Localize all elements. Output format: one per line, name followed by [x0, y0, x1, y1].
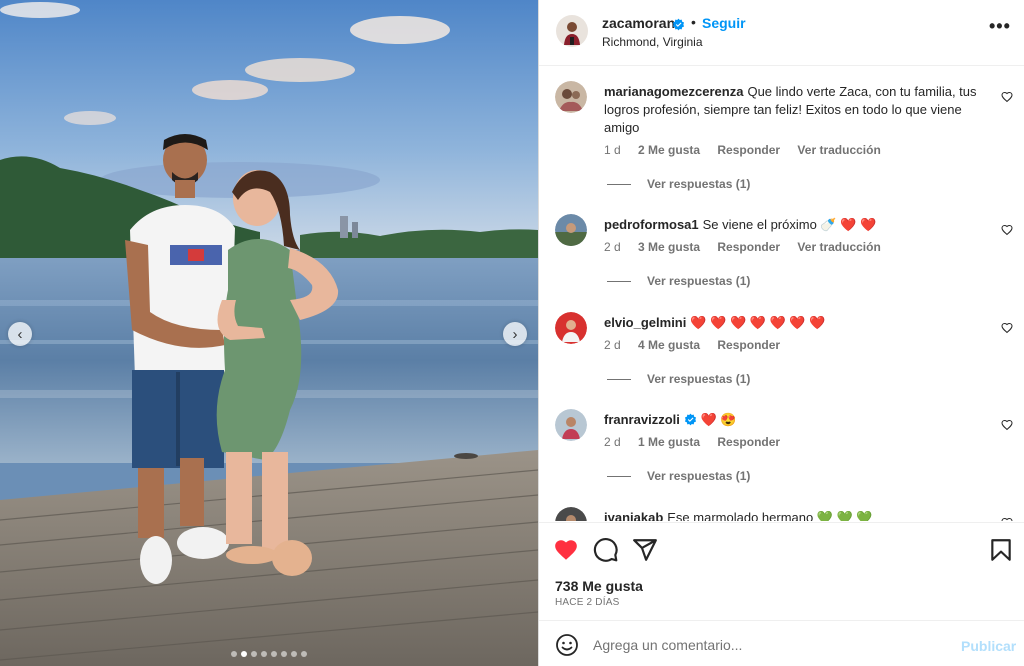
- comments-list[interactable]: marianagomezcerenza Que lindo verte Zaca,…: [539, 67, 1024, 521]
- comment-heart-icon[interactable]: [1001, 224, 1013, 236]
- author-username[interactable]: zacamoran: [602, 15, 675, 31]
- comment-username[interactable]: ivaniakab: [604, 510, 663, 521]
- view-replies-button[interactable]: Ver respuestas (1): [607, 177, 750, 191]
- emoji-icon[interactable]: [555, 633, 579, 657]
- comment-time[interactable]: 2 d: [604, 435, 621, 449]
- header-separator: •: [691, 14, 696, 30]
- post-actions: 738 Me gusta HACE 2 DÍAS: [539, 522, 1024, 618]
- carousel-dot: [281, 651, 287, 657]
- replies-divider: [607, 183, 631, 185]
- publish-button[interactable]: Publicar: [961, 638, 1016, 654]
- comment-username[interactable]: elvio_gelmini: [604, 315, 686, 330]
- comment-heart-icon[interactable]: [1001, 322, 1013, 334]
- comment-meta: 2 d 4 Me gusta Responder: [604, 338, 794, 352]
- comment-meta: 1 d 2 Me gusta Responder Ver traducción: [604, 143, 895, 157]
- comment-content: ❤️ 😍: [700, 412, 737, 427]
- view-replies-button[interactable]: Ver respuestas (1): [607, 274, 750, 288]
- carousel-dot: [301, 651, 307, 657]
- verified-badge-icon: [684, 412, 697, 427]
- carousel-dot: [241, 651, 247, 657]
- bookmark-icon[interactable]: [988, 537, 1014, 563]
- post-photo: ‹ ›: [0, 0, 538, 666]
- photo-image: [0, 0, 538, 666]
- replies-divider: [607, 475, 631, 477]
- replies-divider: [607, 378, 631, 380]
- comment-text: pedroformosa1 Se viene el próximo 🍼 ❤️ ❤️: [604, 216, 989, 234]
- carousel-indicator: [0, 651, 538, 657]
- view-replies-button[interactable]: Ver respuestas (1): [607, 469, 750, 483]
- comment-username[interactable]: franravizzoli: [604, 412, 680, 427]
- reply-button[interactable]: Responder: [717, 338, 780, 352]
- comment-content: Se viene el próximo 🍼 ❤️ ❤️: [702, 217, 877, 232]
- post-location[interactable]: Richmond, Virginia: [602, 35, 703, 49]
- commenter-avatar[interactable]: [555, 81, 587, 113]
- carousel-dot: [231, 651, 237, 657]
- replies-divider: [607, 280, 631, 282]
- carousel-dot: [251, 651, 257, 657]
- comment-text: franravizzoli ❤️ 😍: [604, 411, 989, 429]
- more-options-icon[interactable]: •••: [989, 16, 1011, 37]
- translate-button[interactable]: Ver traducción: [797, 143, 880, 157]
- comment-input[interactable]: [593, 633, 933, 657]
- comment-username[interactable]: marianagomezcerenza: [604, 84, 743, 99]
- comment-text: marianagomezcerenza Que lindo verte Zaca,…: [604, 83, 989, 137]
- comment-heart-icon[interactable]: [1001, 517, 1013, 521]
- view-replies-label: Ver respuestas (1): [647, 372, 751, 386]
- comment-time[interactable]: 2 d: [604, 240, 621, 254]
- comment-likes[interactable]: 1 Me gusta: [638, 435, 700, 449]
- chevron-right-icon: ›: [512, 325, 518, 343]
- author-avatar[interactable]: [556, 15, 588, 47]
- comment-username[interactable]: pedroformosa1: [604, 217, 699, 232]
- verified-badge-icon: [672, 16, 685, 34]
- likes-count[interactable]: 738 Me gusta: [555, 578, 643, 594]
- heart-icon[interactable]: [553, 537, 579, 563]
- view-replies-label: Ver respuestas (1): [647, 274, 751, 288]
- comment-content: ❤️ ❤️ ❤️ ❤️ ❤️ ❤️ ❤️: [690, 315, 826, 330]
- next-photo-button[interactable]: ›: [503, 322, 527, 346]
- translate-button[interactable]: Ver traducción: [797, 240, 880, 254]
- commenter-avatar[interactable]: [555, 214, 587, 246]
- share-icon[interactable]: [632, 537, 658, 563]
- follow-button[interactable]: Seguir: [702, 15, 746, 31]
- carousel-dot: [291, 651, 297, 657]
- comment-text: ivaniakab Ese marmolado hermano 💚 💚 💚: [604, 509, 989, 521]
- view-replies-button[interactable]: Ver respuestas (1): [607, 372, 750, 386]
- commenter-avatar[interactable]: [555, 312, 587, 344]
- commenter-avatar[interactable]: [555, 507, 587, 521]
- comment-composer: Publicar: [539, 620, 1024, 666]
- comment-likes[interactable]: 2 Me gusta: [638, 143, 700, 157]
- comment-icon[interactable]: [593, 537, 619, 563]
- reply-button[interactable]: Responder: [717, 143, 780, 157]
- reply-button[interactable]: Responder: [717, 435, 780, 449]
- commenter-avatar[interactable]: [555, 409, 587, 441]
- comment-meta: 2 d 3 Me gusta Responder Ver traducción: [604, 240, 895, 254]
- comment-likes[interactable]: 3 Me gusta: [638, 240, 700, 254]
- comment-text: elvio_gelmini ❤️ ❤️ ❤️ ❤️ ❤️ ❤️ ❤️: [604, 314, 989, 332]
- comment-meta: 2 d 1 Me gusta Responder: [604, 435, 794, 449]
- post-side-panel: zacamoran • Seguir Richmond, Virginia ••…: [538, 0, 1024, 666]
- comment-heart-icon[interactable]: [1001, 419, 1013, 431]
- carousel-dot: [271, 651, 277, 657]
- reply-button[interactable]: Responder: [717, 240, 780, 254]
- chevron-left-icon: ‹: [17, 325, 23, 343]
- comment-content: Ese marmolado hermano 💚 💚 💚: [667, 510, 873, 521]
- post-header: zacamoran • Seguir Richmond, Virginia ••…: [539, 0, 1024, 66]
- previous-photo-button[interactable]: ‹: [8, 322, 32, 346]
- carousel-dot: [261, 651, 267, 657]
- comment-heart-icon[interactable]: [1001, 91, 1013, 103]
- view-replies-label: Ver respuestas (1): [647, 469, 751, 483]
- view-replies-label: Ver respuestas (1): [647, 177, 751, 191]
- comment-time[interactable]: 2 d: [604, 338, 621, 352]
- comment-likes[interactable]: 4 Me gusta: [638, 338, 700, 352]
- comment-time[interactable]: 1 d: [604, 143, 621, 157]
- post-timestamp: HACE 2 DÍAS: [555, 597, 620, 608]
